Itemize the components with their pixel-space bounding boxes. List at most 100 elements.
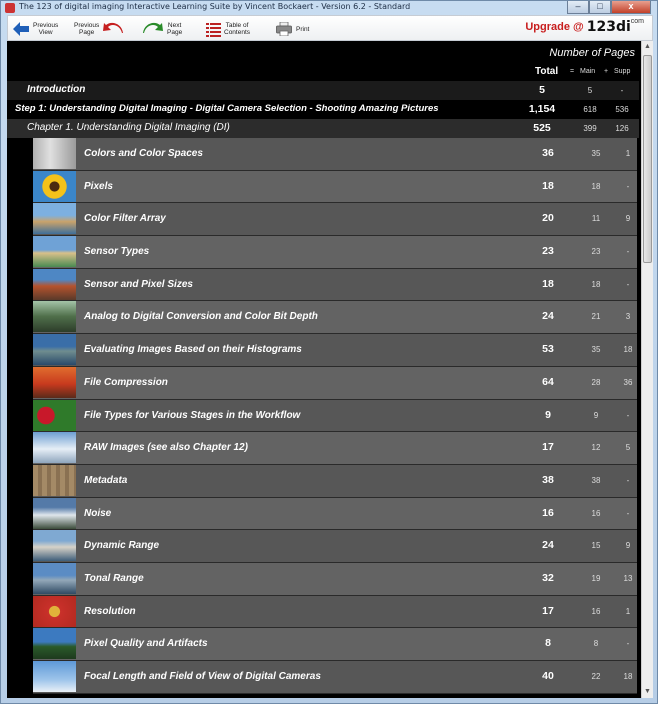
upgrade-text: Upgrade @: [525, 21, 584, 33]
lesson-row[interactable]: Focal Length and Field of View of Digita…: [33, 661, 637, 694]
lesson-row[interactable]: Metadata 38 38 -: [33, 464, 637, 498]
lesson-row[interactable]: Pixel Quality and Artifacts 8 8 -: [33, 628, 637, 661]
introduction-total: 5: [539, 84, 545, 96]
scroll-down-arrow-icon[interactable]: ▼: [642, 686, 653, 698]
lesson-row[interactable]: Resolution 17 16 1: [33, 595, 637, 629]
lesson-main-pages: 11: [591, 214, 601, 224]
lesson-thumbnail: [33, 497, 76, 529]
window-title: The 123 of digital imaging Interactive L…: [19, 2, 411, 11]
lesson-supp-pages: -: [626, 247, 630, 257]
lesson-total-pages: 53: [542, 343, 554, 356]
step-1-supp: 536: [615, 105, 629, 114]
title-bar: The 123 of digital imaging Interactive L…: [1, 1, 657, 15]
lesson-main-pages: 9: [593, 410, 599, 420]
lesson-row[interactable]: Pixels 18 18 -: [33, 170, 637, 204]
lesson-supp-pages: 18: [623, 345, 633, 355]
lesson-row[interactable]: Tonal Range 32 19 13: [33, 562, 637, 596]
lesson-row[interactable]: File Types for Various Stages in the Wor…: [33, 399, 637, 433]
list-icon: [206, 22, 221, 37]
vertical-scrollbar[interactable]: ▲ ▼: [641, 41, 653, 698]
equals-sign: =: [570, 68, 575, 75]
introduction-title: Introduction: [27, 84, 86, 95]
lesson-thumbnail: [33, 334, 76, 366]
lesson-supp-pages: -: [626, 475, 630, 485]
lesson-total-pages: 17: [542, 604, 554, 617]
lesson-thumbnail: [33, 530, 76, 562]
lesson-row[interactable]: Sensor and Pixel Sizes 18 18 -: [33, 268, 637, 302]
lesson-title: Sensor Types: [84, 246, 150, 258]
lesson-row[interactable]: Colors and Color Spaces 36 35 1: [33, 138, 637, 171]
lesson-thumbnail: [33, 301, 76, 333]
lesson-main-pages: 38: [591, 475, 601, 485]
scroll-thumb[interactable]: [643, 55, 652, 263]
contents-table: Number of Pages Total = Main + Supp Intr…: [7, 41, 653, 698]
lesson-total-pages: 8: [545, 637, 551, 650]
lesson-supp-pages: 3: [625, 312, 631, 322]
lesson-main-pages: 19: [591, 573, 601, 583]
lesson-main-pages: 15: [591, 541, 601, 551]
lesson-list: Colors and Color Spaces 36 35 1 Pixels 18 18- C…: [33, 138, 637, 694]
lesson-main-pages: 16: [591, 508, 601, 518]
lesson-supp-pages: 5: [625, 443, 631, 453]
previous-view-button[interactable]: Previous View: [12, 18, 58, 40]
lesson-thumbnail: [33, 366, 76, 398]
introduction-row[interactable]: Introduction 5 5 -: [7, 81, 639, 100]
lesson-title: Color Filter Array: [84, 213, 166, 225]
previous-page-button[interactable]: Previous Page: [74, 18, 124, 40]
next-page-button[interactable]: Next Page: [142, 18, 182, 40]
lesson-title: Pixel Quality and Artifacts: [84, 638, 208, 650]
chapter-1-title: Chapter 1. Understanding Digital Imaging…: [27, 122, 230, 133]
lesson-thumbnail: [33, 595, 76, 627]
lesson-row[interactable]: Analog to Digital Conversion and Color B…: [33, 301, 637, 335]
lesson-total-pages: 40: [542, 670, 554, 682]
lesson-title: Metadata: [84, 474, 128, 486]
lesson-thumbnail: [33, 399, 76, 431]
brand-logo: 123di: [586, 19, 631, 35]
lesson-row[interactable]: File Compression 64 28 36: [33, 366, 637, 400]
lesson-row[interactable]: Dynamic Range 24 15 9: [33, 530, 637, 563]
curved-arrow-left-icon: [102, 21, 124, 37]
lesson-supp-pages: -: [626, 410, 630, 420]
lesson-title: Dynamic Range: [84, 540, 160, 552]
curved-arrow-right-icon: [142, 21, 164, 37]
chapter-1-supp: 126: [615, 124, 629, 133]
lesson-row[interactable]: Color Filter Array 20 11 9: [33, 203, 637, 237]
lesson-title: Analog to Digital Conversion and Color B…: [84, 311, 318, 323]
number-of-pages-header: Number of Pages: [549, 47, 635, 59]
arrow-left-icon: [12, 21, 30, 37]
lesson-supp-pages: 9: [625, 214, 631, 224]
print-label: Print: [296, 25, 310, 33]
chapter-1-total: 525: [533, 122, 551, 134]
lesson-main-pages: 12: [591, 443, 601, 453]
chapter-1-row[interactable]: Chapter 1. Understanding Digital Imaging…: [7, 119, 639, 138]
lesson-total-pages: 16: [542, 506, 554, 519]
print-button[interactable]: Print: [276, 18, 309, 40]
app-icon: [5, 3, 15, 13]
lesson-supp-pages: -: [626, 508, 630, 518]
maximize-button[interactable]: □: [589, 1, 611, 14]
lesson-supp-pages: 13: [623, 573, 633, 583]
scroll-up-arrow-icon[interactable]: ▲: [642, 41, 653, 53]
lesson-supp-pages: 1: [625, 149, 631, 158]
close-button[interactable]: x: [611, 1, 651, 14]
lesson-total-pages: 24: [542, 539, 554, 552]
lesson-row[interactable]: Evaluating Images Based on their Histogr…: [33, 334, 637, 367]
next-page-label: Next Page: [167, 22, 183, 36]
lesson-total-pages: 32: [542, 571, 554, 584]
lesson-row[interactable]: Sensor Types 23 23 -: [33, 236, 637, 269]
lesson-supp-pages: 18: [623, 672, 633, 681]
lesson-total-pages: 9: [545, 408, 551, 421]
step-1-row[interactable]: Step 1: Understanding Digital Imaging - …: [7, 100, 639, 118]
main-column-header: Main: [580, 68, 596, 75]
table-of-contents-button[interactable]: Table of Contents: [206, 18, 250, 40]
lesson-title: Pixels: [84, 180, 113, 192]
step-1-title: Step 1: Understanding Digital Imaging - …: [15, 103, 439, 114]
lesson-thumbnail: [33, 268, 76, 300]
upgrade-link[interactable]: Upgrade @ 123di com: [525, 18, 644, 36]
lesson-row[interactable]: Noise 16 16 -: [33, 497, 637, 531]
previous-page-label: Previous Page: [74, 22, 100, 36]
lesson-row[interactable]: RAW Images (see also Chapter 12) 17 12 5: [33, 432, 637, 465]
minimize-button[interactable]: –: [567, 1, 589, 14]
lesson-total-pages: 23: [542, 245, 554, 258]
lesson-main-pages: 35: [591, 345, 601, 355]
